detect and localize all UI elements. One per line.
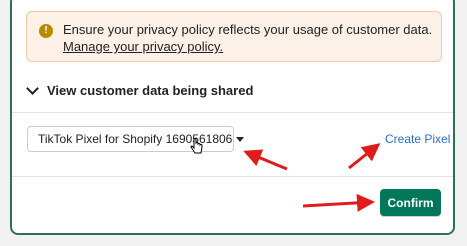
create-pixel-link[interactable]: Create Pixel — [385, 132, 450, 146]
caret-down-icon — [236, 136, 245, 142]
divider — [12, 112, 453, 113]
divider — [12, 176, 453, 177]
view-customer-data-toggle[interactable]: View customer data being shared — [26, 80, 253, 100]
confirm-button[interactable]: Confirm — [380, 189, 441, 216]
data-sharing-card: ! Ensure your privacy policy reflects yo… — [10, 0, 455, 235]
pixel-select[interactable]: TikTok Pixel for Shopify 1690561806 — [27, 126, 245, 152]
privacy-warning-banner: ! Ensure your privacy policy reflects yo… — [26, 11, 442, 62]
banner-text: Ensure your privacy policy reflects your… — [63, 22, 433, 37]
chevron-down-icon — [26, 81, 39, 95]
pixel-select-value: TikTok Pixel for Shopify 1690561806 — [38, 132, 233, 146]
disclosure-label: View customer data being shared — [47, 82, 254, 98]
manage-privacy-policy-link[interactable]: Manage your privacy policy. — [63, 38, 223, 55]
warning-icon: ! — [39, 24, 53, 38]
